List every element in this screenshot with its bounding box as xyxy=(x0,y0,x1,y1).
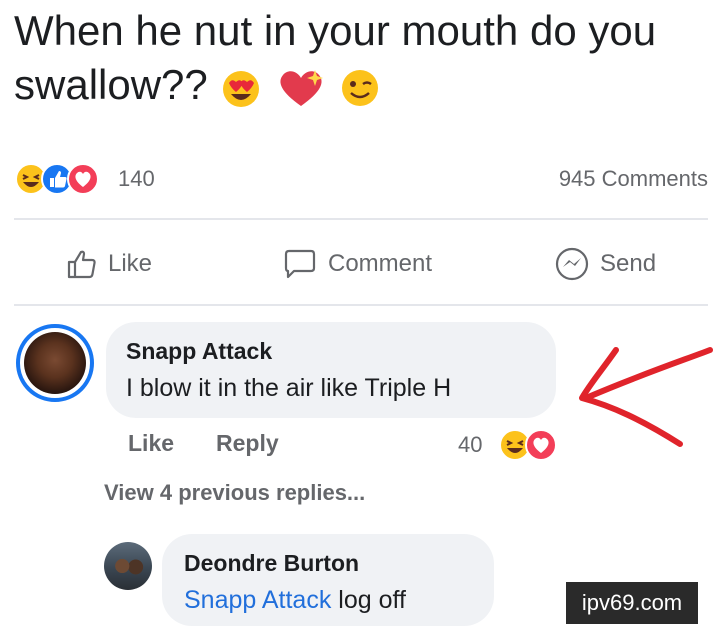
reply-body: log off xyxy=(338,586,406,614)
comment-reaction-icons[interactable] xyxy=(498,428,568,462)
sparkling-heart-emoji xyxy=(275,66,327,110)
comment-actions: Like Reply 40 xyxy=(128,428,568,470)
reactions-summary: 140 945 Comments xyxy=(14,158,708,198)
post-text-content: When he nut in your mouth do you swallow… xyxy=(14,7,657,108)
comment-like-button[interactable]: Like xyxy=(128,430,174,457)
thumbs-up-icon xyxy=(67,250,96,279)
reply-bubble: Deondre Burton Snapp Attack log off xyxy=(162,534,494,626)
send-label: Send xyxy=(600,250,657,277)
comment-reply-button[interactable]: Reply xyxy=(216,430,279,457)
reply-author[interactable]: Deondre Burton xyxy=(184,550,359,577)
comment-text: I blow it in the air like Triple H xyxy=(126,374,452,402)
reaction-count[interactable]: 140 xyxy=(118,166,155,192)
reply-text: Snapp Attack log off xyxy=(184,586,406,615)
comment-label: Comment xyxy=(328,250,433,277)
reaction-icons[interactable] xyxy=(14,162,114,196)
heart-eyes-emoji xyxy=(219,68,263,108)
comment-reaction-count[interactable]: 40 xyxy=(458,432,482,458)
comment-bubble: Snapp Attack I blow it in the air like T… xyxy=(106,322,556,418)
comment-author[interactable]: Snapp Attack xyxy=(126,338,272,365)
like-button[interactable]: Like xyxy=(66,244,152,284)
love-reaction-icon xyxy=(525,429,557,461)
comment-icon xyxy=(284,249,316,279)
avatar-photo xyxy=(24,332,86,394)
messenger-icon xyxy=(555,247,589,281)
watermark: ipv69.com xyxy=(566,582,698,624)
avatar[interactable] xyxy=(104,542,152,590)
winking-face-emoji xyxy=(339,68,381,108)
reply-mention[interactable]: Snapp Attack xyxy=(184,586,331,614)
action-bar: Like Comment Send xyxy=(14,232,708,292)
avatar[interactable] xyxy=(16,324,94,402)
post-text: When he nut in your mouth do you swallow… xyxy=(14,4,674,112)
red-arrow-annotation xyxy=(579,347,713,447)
send-button[interactable]: Send xyxy=(554,244,656,284)
comment-button[interactable]: Comment xyxy=(282,244,432,284)
divider xyxy=(14,304,708,306)
like-label: Like xyxy=(108,250,153,277)
comments-count[interactable]: 945 Comments xyxy=(559,166,708,192)
view-previous-replies[interactable]: View 4 previous replies... xyxy=(104,480,365,506)
divider xyxy=(14,218,708,220)
love-reaction-icon xyxy=(67,163,99,195)
